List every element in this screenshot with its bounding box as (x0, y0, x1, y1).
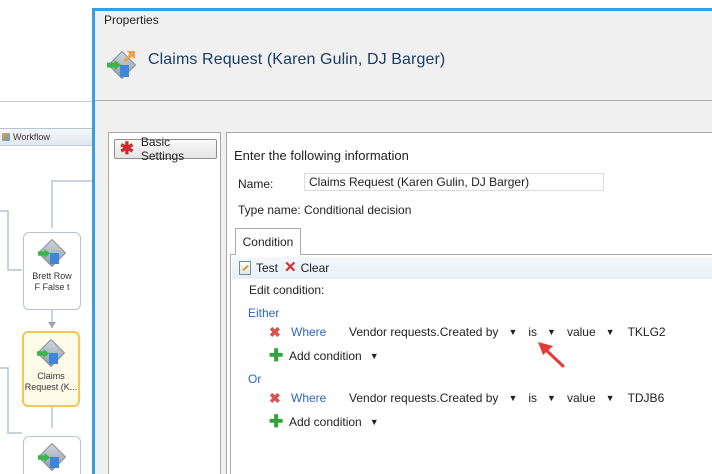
dialog-titlebar[interactable]: Properties (95, 11, 712, 31)
close-icon: ✕ (284, 259, 297, 276)
basic-settings-label: Basic Settings (140, 135, 185, 163)
node-label: Brett Row (32, 271, 72, 281)
decision-icon (36, 237, 68, 269)
add-condition-label: Add condition (289, 349, 362, 363)
decision-icon (36, 441, 68, 473)
workflow-node-brett[interactable]: Brett Row F False t (23, 232, 81, 310)
annotation-arrow-icon (538, 342, 565, 368)
condition-value[interactable]: TDJB6 (628, 391, 665, 405)
condition-toolbar: Test ✕ Clear (232, 257, 712, 279)
operator-dropdown[interactable]: is (528, 391, 537, 405)
chevron-down-icon[interactable]: ▼ (508, 327, 517, 337)
dialog-header: Claims Request (Karen Gulin, DJ Barger) (95, 31, 712, 101)
asterisk-icon: ✱ (119, 139, 135, 158)
either-group-label[interactable]: Either (248, 306, 279, 320)
clear-label: Clear (300, 261, 330, 275)
page-title: Claims Request (Karen Gulin, DJ Barger) (148, 51, 446, 68)
intro-text: Enter the following information (234, 148, 409, 163)
clear-button[interactable]: ✕ Clear (284, 259, 330, 276)
add-condition-label: Add condition (289, 415, 362, 429)
where-link[interactable]: Where (291, 391, 349, 405)
settings-content: Enter the following information Name: Ty… (226, 132, 712, 474)
settings-sidebar: ✱ Basic Settings (108, 132, 221, 474)
decision-icon (35, 337, 67, 369)
type-name-value: Conditional decision (304, 203, 412, 217)
chevron-down-icon[interactable]: ▼ (606, 393, 615, 403)
chevron-down-icon[interactable]: ▼ (606, 327, 615, 337)
chevron-down-icon: ▼ (369, 351, 379, 361)
test-button[interactable]: Test (239, 261, 278, 275)
node-label: F False t (34, 282, 70, 292)
field-dropdown[interactable]: Vendor requests.Created by (349, 325, 498, 339)
node-label: Claims (37, 371, 65, 381)
chevron-down-icon: ▼ (369, 417, 379, 427)
or-group-label[interactable]: Or (248, 372, 261, 386)
workflow-node-claims-request[interactable]: Claims Request (K... (22, 331, 80, 407)
node-label: Request (K... (24, 382, 78, 392)
workflow-node-next[interactable] (23, 436, 81, 474)
edit-condition-label: Edit condition: (249, 283, 325, 297)
type-name-label: Type name: (238, 203, 301, 217)
plus-icon: ✚ (269, 346, 284, 365)
conditional-decision-icon (106, 49, 138, 81)
chevron-down-icon[interactable]: ▼ (547, 393, 556, 403)
properties-dialog: Properties Claims Request (Karen Gulin, … (92, 8, 712, 474)
plus-icon: ✚ (269, 412, 284, 431)
value-type-dropdown[interactable]: value (567, 391, 596, 405)
test-icon (239, 261, 251, 275)
condition-tab-panel: Test ✕ Clear Edit condition: Either ✖ Wh… (230, 254, 712, 474)
chevron-down-icon[interactable]: ▼ (508, 393, 517, 403)
name-field[interactable] (304, 173, 604, 191)
delete-condition-icon[interactable]: ✖ (269, 391, 285, 405)
condition-row-or: ✖ Where Vendor requests.Created by ▼ is … (269, 389, 664, 407)
delete-condition-icon[interactable]: ✖ (269, 325, 285, 339)
condition-row-either: ✖ Where Vendor requests.Created by ▼ is … (269, 323, 666, 341)
name-label: Name: (238, 177, 274, 191)
add-condition-button[interactable]: ✚ Add condition ▼ (269, 346, 379, 365)
where-link[interactable]: Where (291, 325, 349, 339)
tab-condition[interactable]: Condition (235, 228, 301, 255)
add-condition-button[interactable]: ✚ Add condition ▼ (269, 412, 379, 431)
value-type-dropdown[interactable]: value (567, 325, 596, 339)
test-label: Test (256, 261, 279, 275)
basic-settings-button[interactable]: ✱ Basic Settings (114, 135, 217, 163)
condition-value[interactable]: TKLG2 (628, 325, 666, 339)
field-dropdown[interactable]: Vendor requests.Created by (349, 391, 498, 405)
